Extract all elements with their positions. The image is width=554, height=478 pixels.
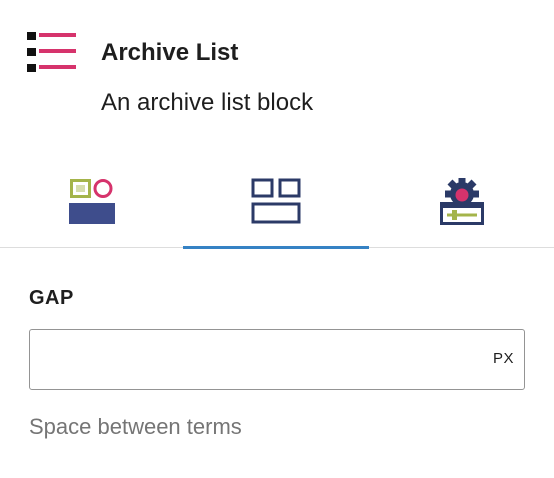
layout-grid-icon [251,178,301,224]
inspector-tabs [0,158,554,249]
tab-layout[interactable] [183,158,369,249]
block-description: An archive list block [101,89,314,116]
styles-icon [68,179,115,224]
block-title: Archive List [101,39,239,66]
gap-label: GAP [29,287,74,309]
tab-advanced[interactable] [369,158,554,247]
gap-input[interactable] [30,330,480,388]
tab-styles[interactable] [0,158,183,247]
gap-help-text: Space between terms [29,414,242,439]
block-inspector-panel: Archive List An archive list block GAP P… [0,0,554,478]
gap-unit-selector[interactable]: PX [493,350,514,368]
advanced-settings-icon [439,178,484,225]
active-tab-indicator [183,246,369,249]
list-icon [27,32,76,72]
gap-field: PX [29,329,525,390]
